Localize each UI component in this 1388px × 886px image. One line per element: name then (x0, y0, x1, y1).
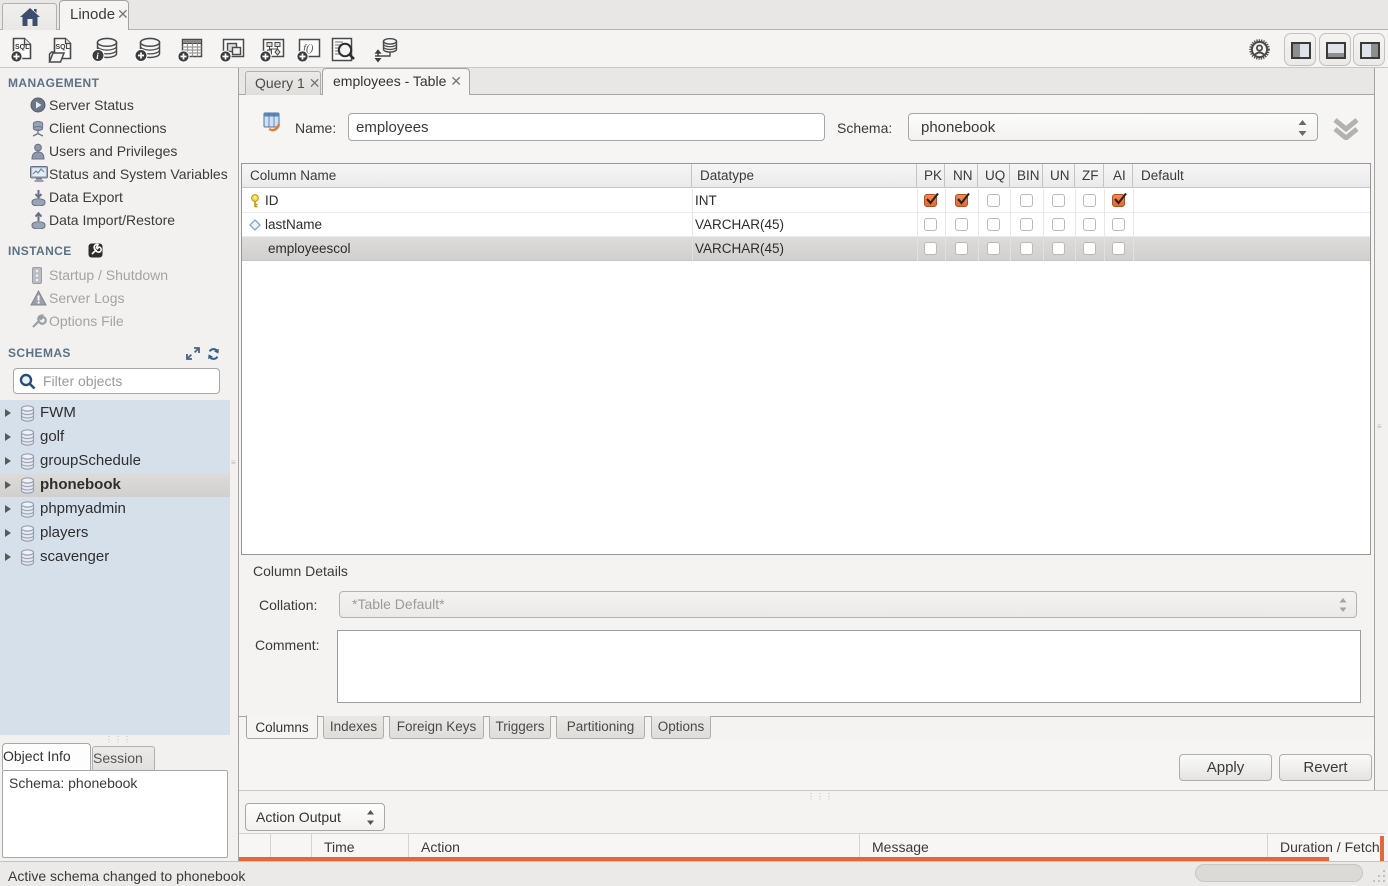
svg-text:SQL: SQL (15, 44, 30, 51)
svg-text:SQL: SQL (56, 44, 71, 51)
